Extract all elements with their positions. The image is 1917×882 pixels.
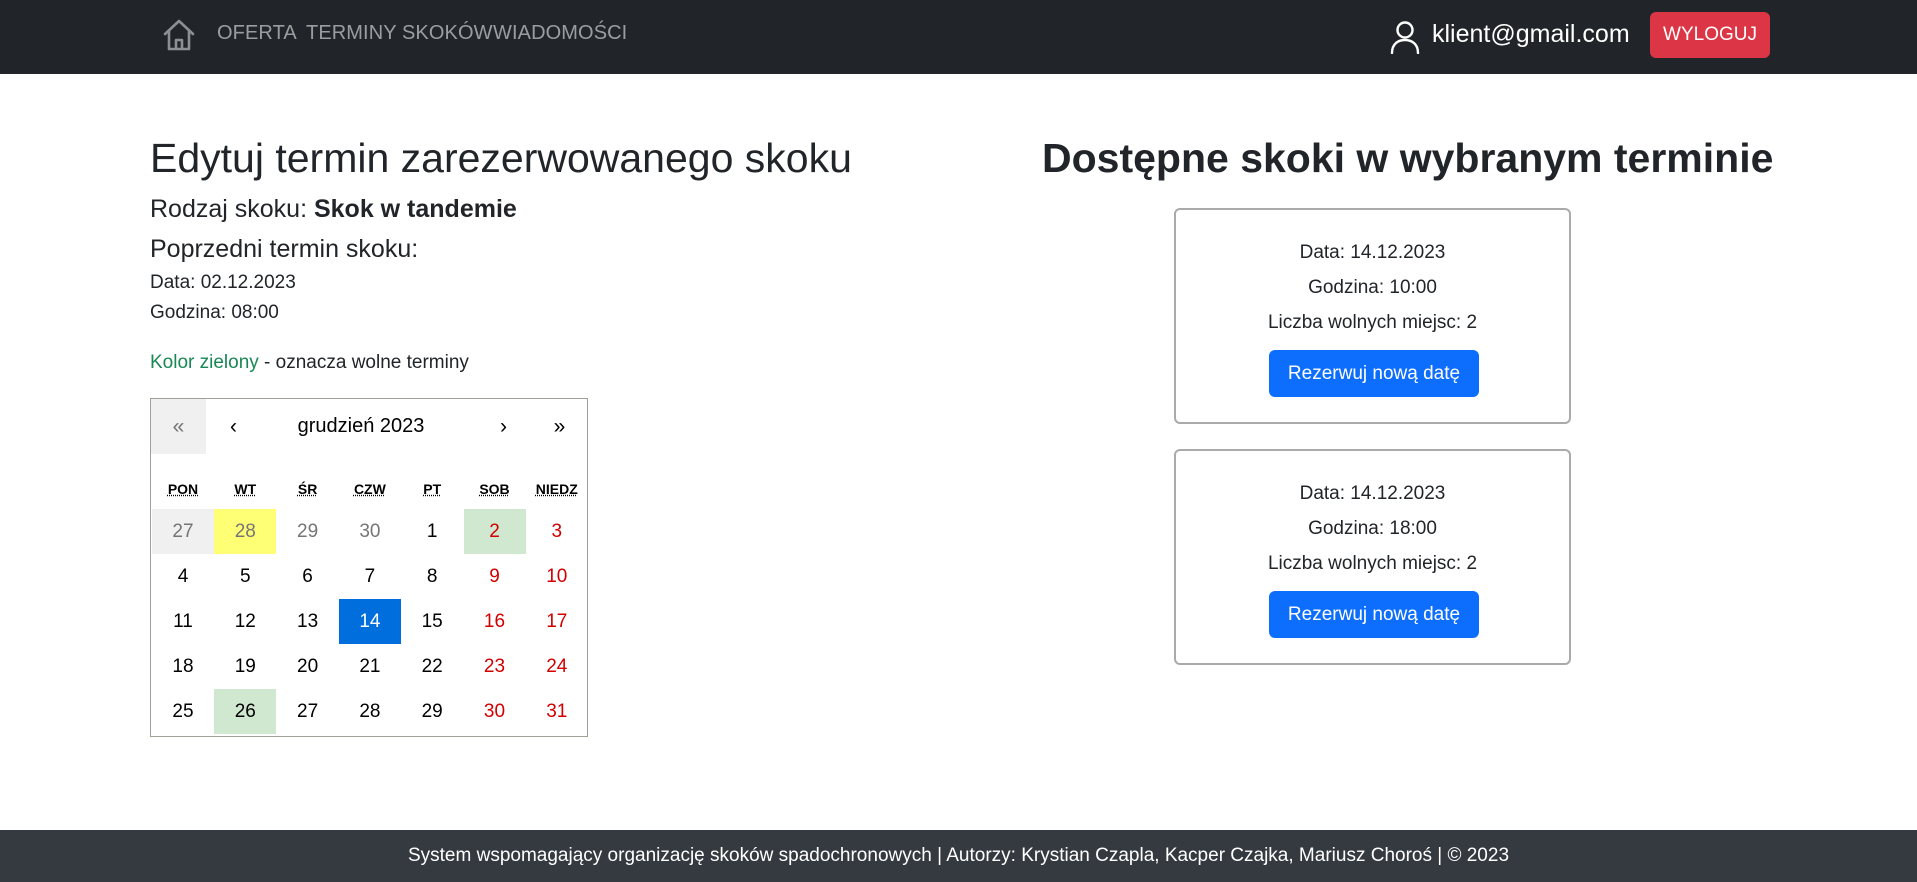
calendar-day[interactable]: 3 (526, 509, 588, 554)
calendar-prev-year-button[interactable]: « (151, 399, 206, 454)
calendar-day[interactable]: 15 (401, 599, 463, 644)
footer-text: System wspomagający organizację skoków s… (407, 845, 1510, 866)
calendar-day[interactable]: 31 (526, 689, 588, 734)
calendar-day[interactable]: 28 (339, 689, 401, 734)
calendar-day[interactable]: 20 (277, 644, 339, 689)
calendar-day[interactable]: 6 (277, 554, 339, 599)
calendar-day[interactable]: 26 (214, 689, 277, 734)
footer: System wspomagający organizację skoków s… (0, 830, 1917, 882)
slot-hour: Godzina: 18:00 (1308, 518, 1437, 539)
legend-text: - oznacza wolne terminy (258, 352, 469, 373)
calendar-day[interactable]: 30 (464, 689, 526, 734)
calendar-day[interactable]: 30 (339, 509, 401, 554)
previous-term-title: Poprzedni termin skoku: (150, 235, 419, 263)
slot-free-places: Liczba wolnych miejsc: 2 (1267, 312, 1478, 333)
calendar-weekday: ŚR (297, 481, 318, 497)
calendar-weekday: PON (167, 481, 199, 497)
calendar-day[interactable]: 4 (152, 554, 214, 599)
nav-link-oferta[interactable]: OFERTA (217, 22, 297, 45)
available-jumps-title: Dostępne skoki w wybranym terminie (1042, 135, 1774, 181)
previous-date: Data: 02.12.2023 (150, 272, 296, 293)
slot-free-places: Liczba wolnych miejsc: 2 (1267, 553, 1478, 574)
slot-date: Data: 14.12.2023 (1299, 242, 1446, 263)
calendar-month-label[interactable]: grudzień 2023 (261, 399, 461, 454)
calendar-day[interactable]: 11 (152, 599, 214, 644)
calendar-day[interactable]: 24 (526, 644, 588, 689)
calendar-day[interactable]: 5 (214, 554, 276, 599)
slot-card: Data: 14.12.2023 Godzina: 18:00 Liczba w… (1174, 449, 1571, 665)
jump-type-label: Rodzaj skoku: (150, 195, 314, 223)
calendar-day[interactable]: 19 (214, 644, 276, 689)
calendar-day[interactable]: 18 (152, 644, 214, 689)
nav-link-wiadomosci[interactable]: WIADOMOŚCI (493, 22, 627, 45)
calendar-day[interactable]: 2 (463, 509, 526, 554)
calendar-day[interactable]: 17 (526, 599, 588, 644)
calendar-day[interactable]: 7 (339, 554, 401, 599)
calendar-day[interactable]: 29 (401, 689, 463, 734)
calendar-day[interactable]: 12 (214, 599, 276, 644)
calendar-weekday: WT (234, 481, 257, 497)
user-email: klient@gmail.com (1432, 20, 1630, 48)
page-title: Edytuj termin zarezerwowanego skoku (150, 135, 852, 181)
navbar: OFERTA TERMINY SKOKÓW WIADOMOŚCI klient@… (0, 0, 1917, 74)
calendar-day[interactable]: 22 (401, 644, 463, 689)
slot-date: Data: 14.12.2023 (1299, 483, 1446, 504)
slot-card: Data: 14.12.2023 Godzina: 10:00 Liczba w… (1174, 208, 1571, 424)
previous-hour: Godzina: 08:00 (150, 302, 279, 323)
calendar-day[interactable]: 10 (526, 554, 588, 599)
jump-type: Rodzaj skoku: Skok w tandemie (150, 195, 517, 224)
calendar-weekday: SOB (479, 481, 510, 497)
calendar-day[interactable]: 1 (401, 509, 463, 554)
calendar-next-year-button[interactable]: » (532, 399, 587, 454)
slot-hour: Godzina: 10:00 (1308, 277, 1437, 298)
reserve-new-date-button[interactable]: Rezerwuj nową datę (1269, 350, 1479, 397)
logout-button[interactable]: WYLOGUJ (1650, 12, 1770, 58)
reserve-new-date-button[interactable]: Rezerwuj nową datę (1269, 591, 1479, 638)
calendar-weekday: NIEDZ (535, 481, 578, 497)
calendar-day[interactable]: 28 (214, 509, 277, 554)
calendar-weekday: CZW (353, 481, 386, 497)
calendar-day[interactable]: 29 (277, 509, 339, 554)
calendar-day[interactable]: 27 (152, 509, 214, 554)
calendar-day[interactable]: 16 (464, 599, 526, 644)
calendar-next-month-button[interactable]: › (476, 399, 531, 454)
calendar: « ‹ grudzień 2023 › » PON WT ŚR CZW PT SOB NIE… (150, 398, 588, 737)
jump-type-value: Skok w tandemie (313, 195, 517, 223)
legend-green-label: Kolor zielony (150, 352, 259, 373)
calendar-day[interactable]: 21 (339, 644, 401, 689)
nav-link-terminy[interactable]: TERMINY SKOKÓW (306, 22, 493, 45)
calendar-day[interactable]: 8 (401, 554, 463, 599)
calendar-day[interactable]: 14 (338, 599, 401, 644)
home-icon[interactable] (161, 17, 197, 53)
calendar-prev-month-button[interactable]: ‹ (206, 399, 261, 454)
calendar-day[interactable]: 27 (277, 689, 339, 734)
calendar-weekday: PT (423, 481, 442, 497)
calendar-day[interactable]: 9 (464, 554, 526, 599)
calendar-day[interactable]: 23 (464, 644, 526, 689)
user-icon (1390, 21, 1420, 54)
calendar-day[interactable]: 25 (152, 689, 214, 734)
legend: Kolor zielony - oznacza wolne terminy (150, 352, 469, 374)
calendar-day[interactable]: 13 (277, 599, 339, 644)
